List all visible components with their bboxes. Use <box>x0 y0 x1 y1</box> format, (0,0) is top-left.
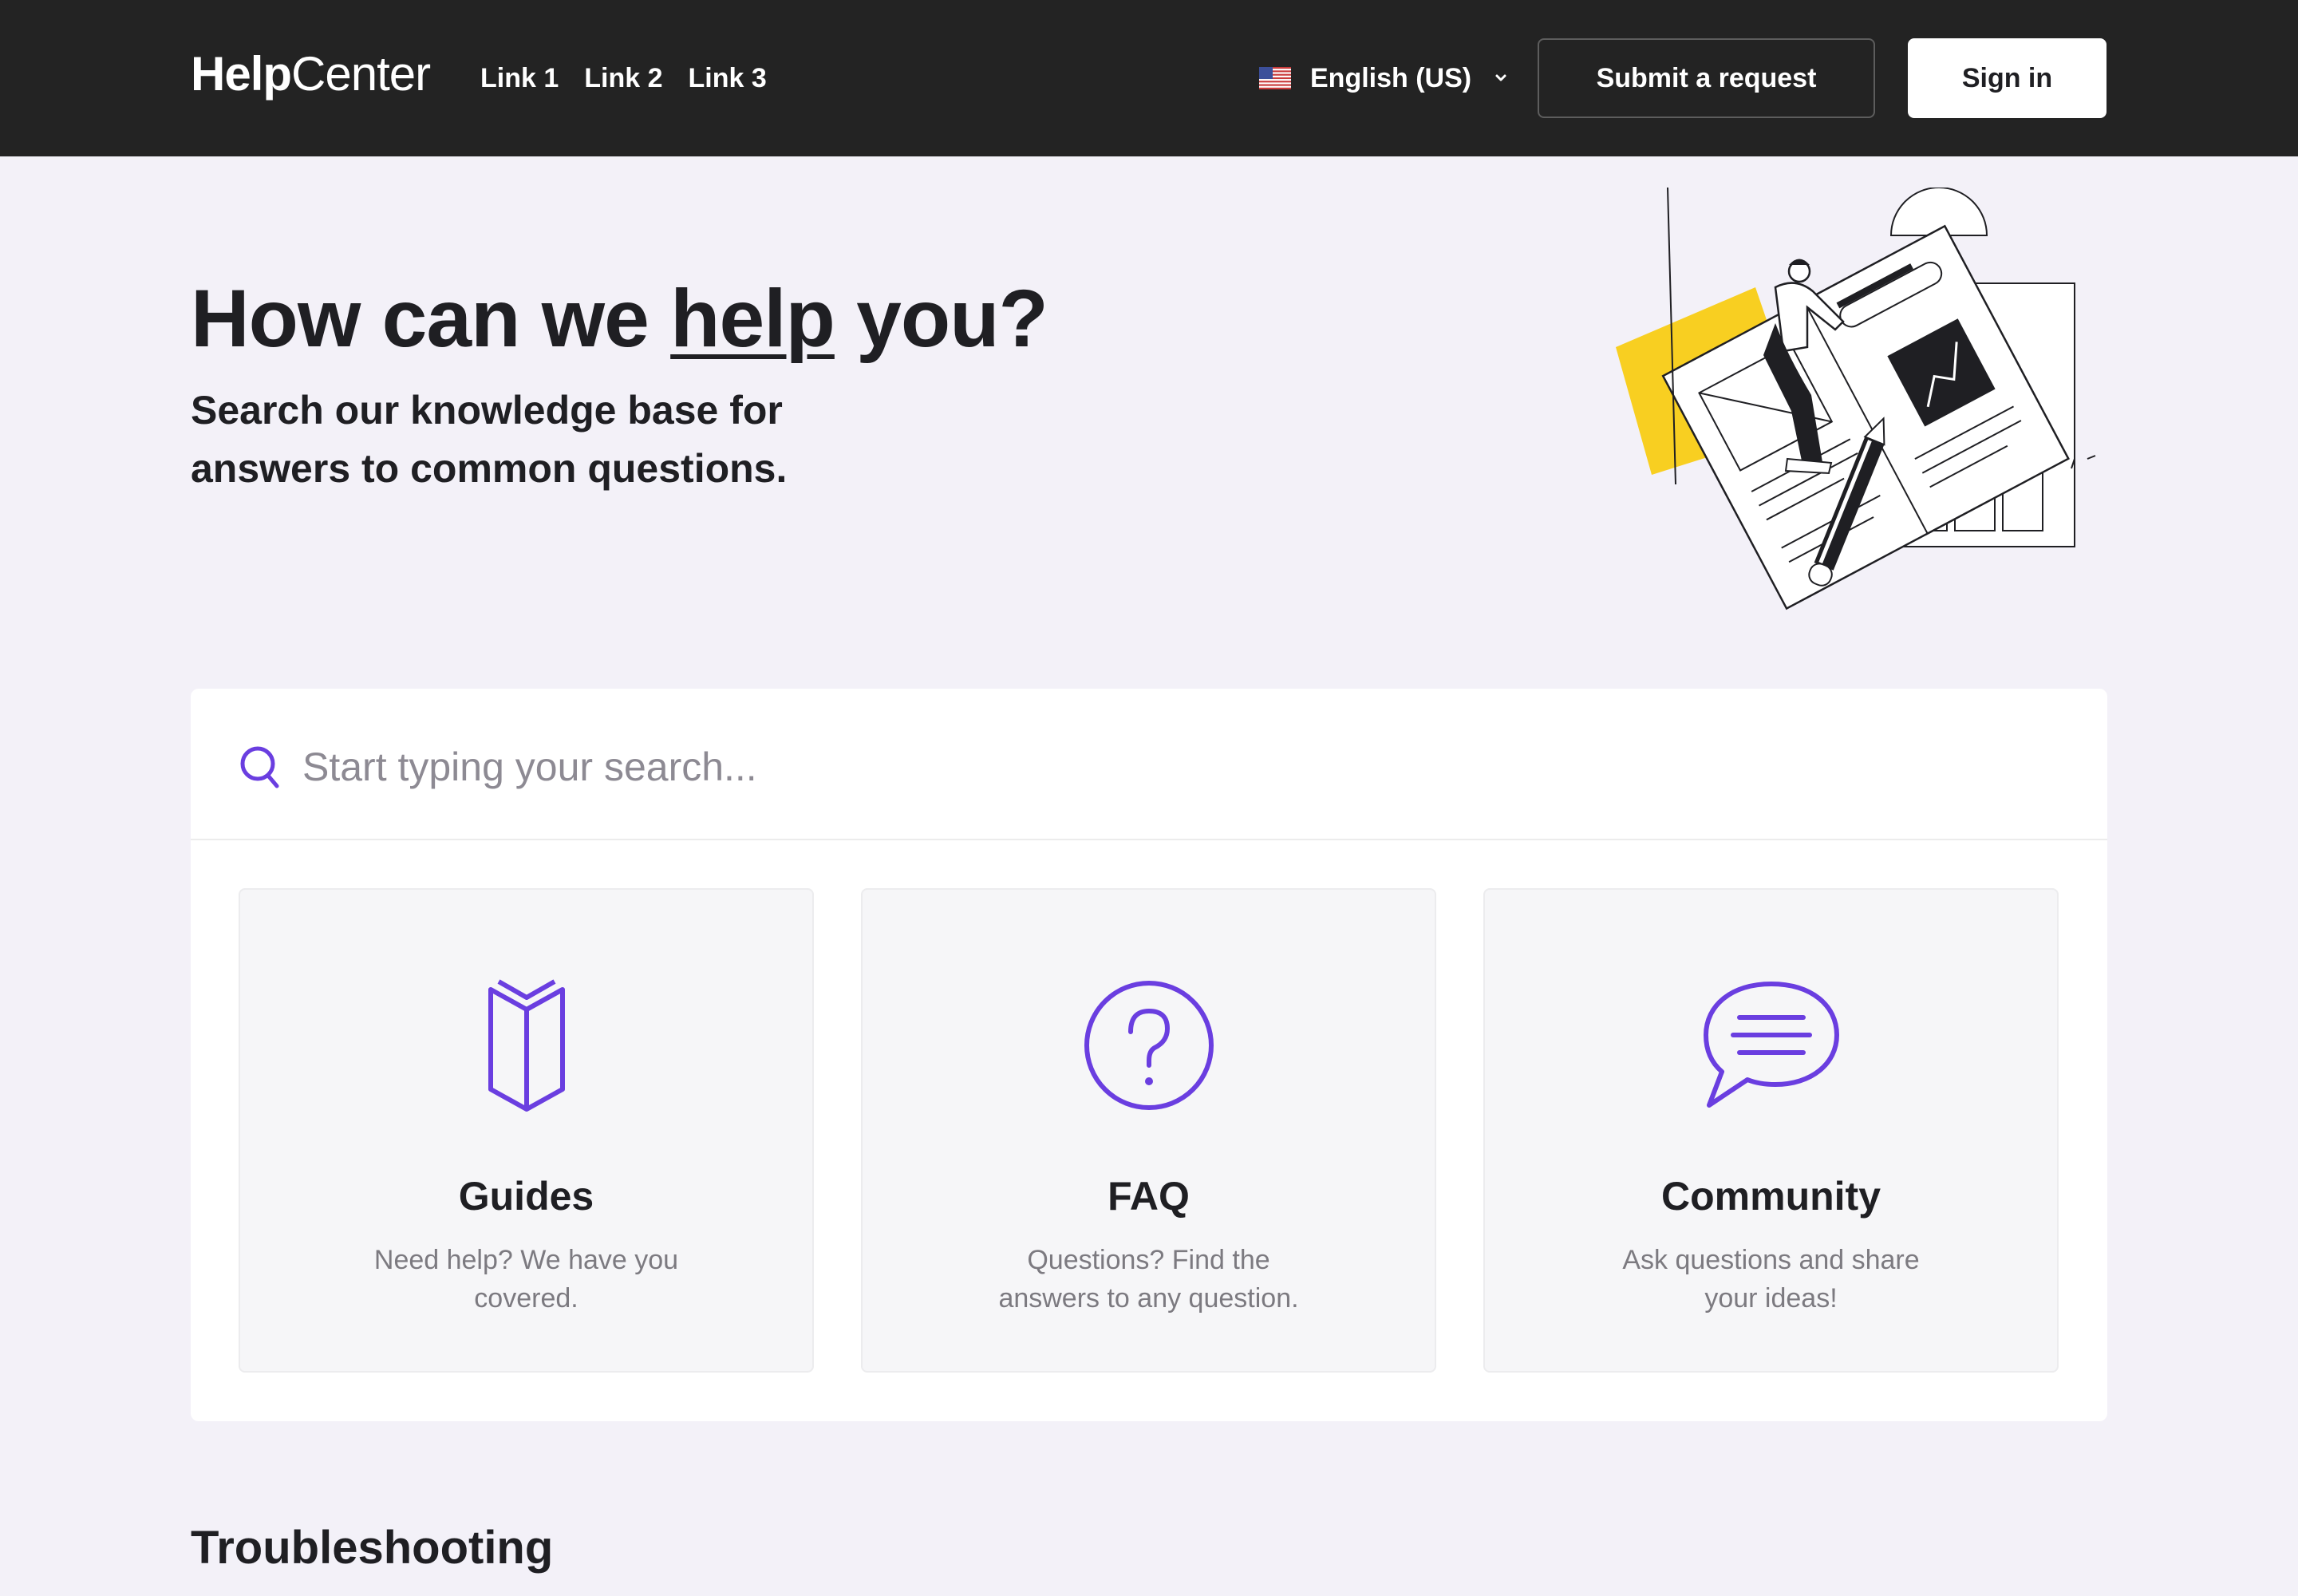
top-navigation-bar: Help Center Link 1 Link 2 Link 3 English … <box>0 0 2298 156</box>
search-input[interactable] <box>302 735 2058 799</box>
hero-subtitle: Search our knowledge base for answers to… <box>191 381 909 498</box>
hero-title-end: you? <box>834 273 1048 364</box>
troubleshooting-heading: Troubleshooting <box>191 1522 554 1574</box>
search-icon <box>240 746 279 788</box>
sign-in-button[interactable]: Sign in <box>1908 38 2106 118</box>
chat-bubble-icon <box>1485 978 2057 1113</box>
hero-subtitle-line-2: answers to common questions. <box>191 446 788 491</box>
hero-illustration <box>1616 188 2096 610</box>
chevron-down-icon <box>1495 74 1506 81</box>
submit-request-button[interactable]: Submit a request <box>1538 38 1875 118</box>
card-description: Ask questions and share your ideas! <box>1622 1245 1920 1314</box>
card-title: Community <box>1661 1174 1881 1219</box>
card-description: Questions? Find the answers to any quest… <box>998 1245 1299 1314</box>
faq-card[interactable]: FAQ Questions? Find the answers to any q… <box>861 888 1436 1373</box>
card-title: FAQ <box>1108 1174 1190 1219</box>
nav-link-3[interactable]: Link 3 <box>689 59 767 97</box>
book-icon <box>240 978 812 1113</box>
nav-link-1[interactable]: Link 1 <box>480 59 559 97</box>
card-title: Guides <box>458 1174 594 1219</box>
nav-link-2[interactable]: Link 2 <box>584 59 662 97</box>
hero-title-start: How can we <box>191 273 671 364</box>
us-flag-icon <box>1259 67 1291 89</box>
language-label: English (US) <box>1310 62 1472 93</box>
question-circle-icon <box>863 978 1435 1113</box>
search-panel: Guides Need help? We have you covered. F… <box>191 689 2107 1421</box>
main-nav: Link 1 Link 2 Link 3 <box>480 59 767 97</box>
guides-card[interactable]: Guides Need help? We have you covered. <box>239 888 814 1373</box>
hero-title-emphasis: help <box>670 273 835 364</box>
helpcenter-logo[interactable]: Help Center <box>191 46 431 110</box>
community-card[interactable]: Community Ask questions and share your i… <box>1483 888 2059 1373</box>
hero-title: How can we help you? <box>191 267 1048 370</box>
card-description: Need help? We have you covered. <box>373 1245 679 1314</box>
language-selector[interactable]: English (US) <box>1259 59 1510 97</box>
logo-bold-text: Help <box>191 47 292 101</box>
logo-light-text: Center <box>291 47 431 101</box>
hero-subtitle-line-1: Search our knowledge base for <box>191 388 783 433</box>
search-bar <box>191 689 2107 840</box>
